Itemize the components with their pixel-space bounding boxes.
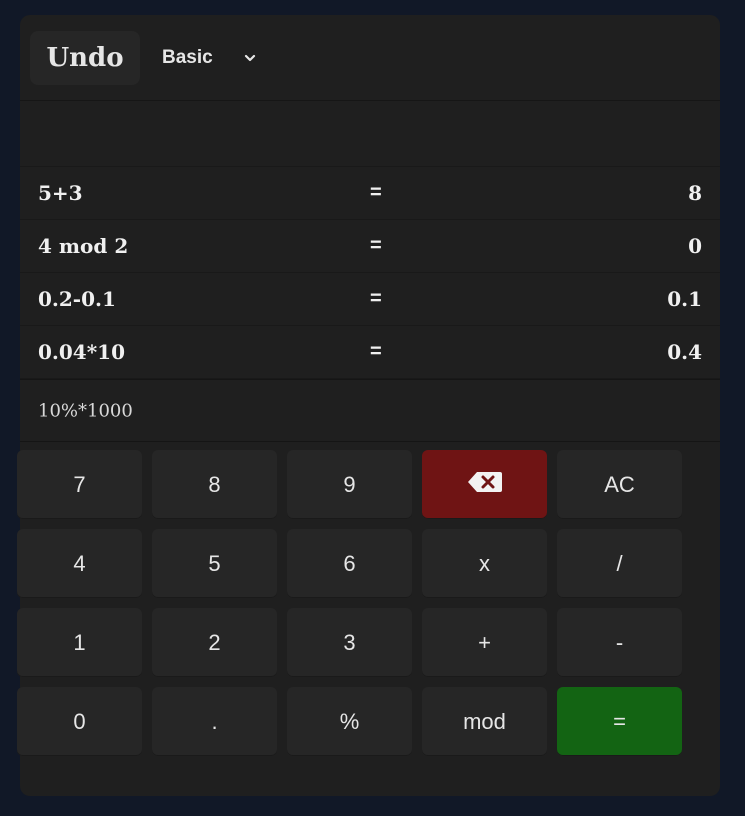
header: Undo Basic bbox=[20, 15, 720, 101]
key-4[interactable]: 4 bbox=[17, 529, 142, 598]
backspace-button[interactable] bbox=[422, 450, 547, 519]
history-row[interactable]: 0.04*10 = 0.4 bbox=[20, 326, 720, 379]
key-1[interactable]: 1 bbox=[17, 608, 142, 677]
key-0[interactable]: 0 bbox=[17, 687, 142, 756]
history-result: 0.1 bbox=[667, 287, 702, 311]
key-5[interactable]: 5 bbox=[152, 529, 277, 598]
mode-select[interactable]: Basic bbox=[162, 47, 257, 69]
plus-button[interactable]: + bbox=[422, 608, 547, 677]
history-row[interactable]: 0.2-0.1 = 0.1 bbox=[20, 273, 720, 326]
chevron-down-icon bbox=[243, 51, 257, 65]
backspace-icon bbox=[466, 470, 504, 500]
key-8[interactable]: 8 bbox=[152, 450, 277, 519]
key-7[interactable]: 7 bbox=[17, 450, 142, 519]
history-expression: 0.04*10 bbox=[38, 340, 126, 364]
history-equals: = bbox=[370, 234, 382, 257]
equals-button[interactable]: = bbox=[557, 687, 682, 756]
history-equals: = bbox=[370, 287, 382, 310]
current-expression: 10%*1000 bbox=[20, 379, 720, 442]
history-row[interactable]: 4 mod 2 = 0 bbox=[20, 220, 720, 273]
history-equals: = bbox=[370, 181, 382, 204]
history-result: 0 bbox=[688, 234, 702, 258]
mod-button[interactable]: mod bbox=[422, 687, 547, 756]
history-expression: 4 mod 2 bbox=[38, 234, 129, 258]
all-clear-button[interactable]: AC bbox=[557, 450, 682, 519]
divide-button[interactable]: / bbox=[557, 529, 682, 598]
current-expression-text: 10%*1000 bbox=[38, 400, 133, 421]
keypad: 7 8 9 AC 4 5 6 x / 1 2 3 + - 0 . % mod = bbox=[17, 450, 682, 756]
history-result: 8 bbox=[688, 181, 702, 205]
undo-button[interactable]: Undo bbox=[30, 30, 140, 85]
history-equals: = bbox=[370, 340, 382, 363]
expression-input[interactable] bbox=[20, 101, 720, 167]
multiply-button[interactable]: x bbox=[422, 529, 547, 598]
key-6[interactable]: 6 bbox=[287, 529, 412, 598]
history-expression: 5+3 bbox=[38, 181, 83, 205]
history-row[interactable]: 5+3 = 8 bbox=[20, 167, 720, 220]
history-result: 0.4 bbox=[667, 340, 702, 364]
history-expression: 0.2-0.1 bbox=[38, 287, 116, 311]
key-2[interactable]: 2 bbox=[152, 608, 277, 677]
minus-button[interactable]: - bbox=[557, 608, 682, 677]
key-9[interactable]: 9 bbox=[287, 450, 412, 519]
percent-button[interactable]: % bbox=[287, 687, 412, 756]
decimal-button[interactable]: . bbox=[152, 687, 277, 756]
mode-selected-label: Basic bbox=[162, 46, 213, 68]
history-list: 5+3 = 8 4 mod 2 = 0 0.2-0.1 = 0.1 0.04*1… bbox=[20, 167, 720, 379]
key-3[interactable]: 3 bbox=[287, 608, 412, 677]
